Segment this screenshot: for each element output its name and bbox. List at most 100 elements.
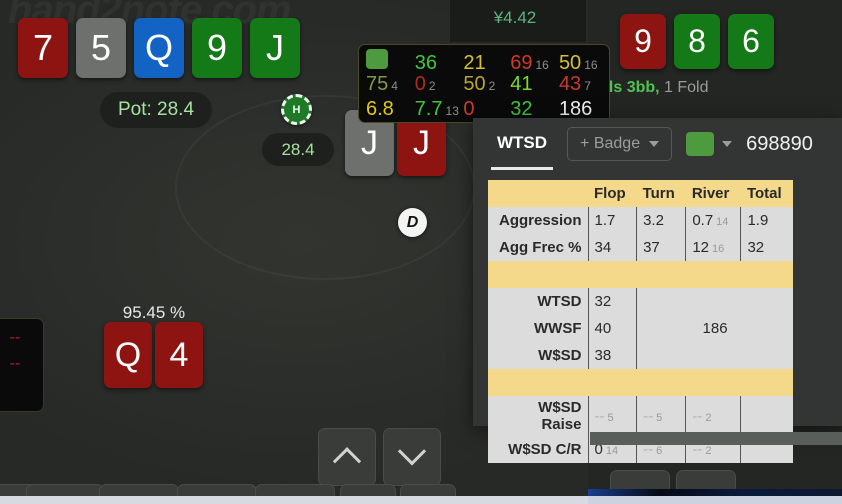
hud-stat-value: 69 xyxy=(510,52,533,74)
opponent-card-3: 6 xyxy=(728,14,774,69)
stats-cell-value: 0.7 xyxy=(692,212,714,229)
stats-cell-value: -- xyxy=(692,407,703,425)
stats-column-header: Flop xyxy=(588,180,637,207)
stats-span-cell: 186 xyxy=(636,288,793,369)
stats-column-header: River xyxy=(685,180,741,207)
stats-cell-value: -- xyxy=(594,407,605,425)
scroll-down-button[interactable] xyxy=(383,428,441,486)
stats-cell-sample: 5 xyxy=(607,411,614,424)
bet-amount-display: 28.4 xyxy=(262,133,334,166)
stats-cell-sample: 16 xyxy=(712,243,725,255)
stats-cell-sample: 2 xyxy=(705,411,712,424)
hud-stat-cell: 7.7 13 xyxy=(415,99,464,119)
stats-cell-value: 38 xyxy=(594,347,612,364)
stats-cell: 37 xyxy=(636,234,686,261)
partial-hud-value: -- xyxy=(9,355,21,372)
hud-stat-cell: 41 xyxy=(510,74,559,94)
tab-wtsd[interactable]: WTSD xyxy=(491,133,554,170)
wtsd-popup-window[interactable]: WTSD + Badge 698890 Flop Turn River Total A… xyxy=(473,118,842,463)
color-picker[interactable] xyxy=(686,132,733,156)
stats-row-label: W$SD C/R xyxy=(508,441,582,458)
hud-stat-cell: 43 7 xyxy=(559,74,602,94)
scroll-up-button[interactable] xyxy=(318,428,376,486)
stats-cell: -- 5 xyxy=(636,396,686,436)
stats-cell-sample: 14 xyxy=(716,216,729,228)
hud-stat-value: 75 xyxy=(366,73,389,95)
color-swatch[interactable] xyxy=(686,132,715,156)
stats-cell: 0.7 14 xyxy=(685,207,741,234)
hud-stat-sample: 16 xyxy=(535,58,549,72)
stats-row: WTSD 32 186 xyxy=(488,288,793,369)
left-partial-hud-panel[interactable]: ---------- xyxy=(0,318,44,412)
chevron-up-icon xyxy=(332,447,362,476)
partial-hud-row: -- xyxy=(0,377,39,403)
stats-column-header: Total xyxy=(740,180,793,207)
chevron-down-icon[interactable] xyxy=(722,141,733,147)
stats-cell-value: 3.2 xyxy=(643,212,664,229)
chevron-down-icon xyxy=(649,141,660,147)
stats-table-header: Flop Turn River Total xyxy=(488,180,793,207)
pot-display: Pot: 28.4 xyxy=(100,92,212,128)
horizontal-scrollbar[interactable] xyxy=(590,432,842,445)
stats-cell-value: 12 xyxy=(692,239,709,256)
stats-cell: 12 16 xyxy=(685,234,741,261)
board-card-2: 5 xyxy=(76,18,126,78)
board-card-5: J xyxy=(250,18,300,78)
stats-row-label: Agg Frec % xyxy=(498,239,582,256)
stack-amount: ¥4.42 xyxy=(493,8,537,27)
hud-stat-cell: 69 16 xyxy=(510,53,559,73)
hero-equity-label: 95.45 % xyxy=(122,303,186,322)
hud-color-badge xyxy=(366,49,415,69)
stats-cell-value: -- xyxy=(643,407,654,425)
hud-stat-cell: 6.8 xyxy=(366,99,415,119)
hero-card-1: Q xyxy=(104,322,152,388)
stats-cell-sample: 14 xyxy=(605,445,619,457)
stats-cell xyxy=(740,396,793,436)
stats-cell: 1.7 xyxy=(587,207,637,234)
hud-stat-value: 41 xyxy=(510,73,533,95)
board-card-4: 9 xyxy=(192,18,242,78)
hud-stat-cell: 50 2 xyxy=(463,74,510,94)
stats-cell-value: 1.7 xyxy=(594,212,616,229)
add-badge-dropdown[interactable]: + Badge xyxy=(567,127,673,161)
hud-stat-cell: 75 4 xyxy=(366,74,415,94)
partial-hud-value: -- xyxy=(9,329,21,346)
stats-cell: -- 2 xyxy=(685,396,741,436)
stats-cell: 3.2 xyxy=(636,207,686,234)
stats-row-label: Aggression xyxy=(498,212,582,229)
board-cards: 75Q9J xyxy=(18,18,300,78)
hud-stat-value: 186 xyxy=(558,98,593,120)
partial-hud-row: ---- xyxy=(0,351,39,377)
compact-hud-panel[interactable]: 36 21 69 16 50 16 75 4 0 2 50 2 41 43 7 6.8 7.7 13 0 32 186 xyxy=(358,44,610,123)
hud-stat-value: 0 xyxy=(414,73,426,95)
hud-stat-cell: 50 16 xyxy=(559,53,602,73)
opponent-cards: 986 xyxy=(620,14,774,69)
stats-cell: 32 xyxy=(587,288,637,315)
stats-row-label: W$SD Raise xyxy=(538,399,582,433)
hud-stat-sample: 13 xyxy=(445,104,459,118)
stats-header-row: Flop Turn River Total xyxy=(488,180,793,207)
hero-card-2: 4 xyxy=(155,322,203,388)
hud-stat-value: 36 xyxy=(414,52,437,74)
stats-cell-value: 32 xyxy=(747,239,765,256)
stats-cell-value: 1.9 xyxy=(747,212,769,229)
stats-cell: 40 xyxy=(587,315,637,342)
stats-cell-sample: 6 xyxy=(656,445,663,457)
hud-badge-swatch xyxy=(366,49,388,69)
hud-stat-cell: 21 xyxy=(463,53,510,73)
stats-table-body: Aggression 1.7 3.2 0.7 14 1.9 Agg Frec % 34 37 12… xyxy=(488,207,793,463)
hud-stat-sample: 2 xyxy=(488,79,496,93)
stats-cell-value: 34 xyxy=(594,239,612,256)
partial-hud-row: ---- xyxy=(0,325,39,351)
stats-cell-value: 32 xyxy=(594,293,612,310)
stats-cell: 34 xyxy=(587,234,637,261)
stats-row: Aggression 1.7 3.2 0.7 14 1.9 xyxy=(488,207,793,234)
stats-cell-sample: 2 xyxy=(705,445,712,457)
hud-stat-sample: 7 xyxy=(584,79,591,93)
hud-stat-value: 43 xyxy=(558,73,582,95)
hud-stat-value: 50 xyxy=(463,73,486,95)
action-folds: 1 Fold xyxy=(664,79,709,96)
dealer-button: D xyxy=(398,208,427,237)
hud-stat-sample: 2 xyxy=(428,79,436,93)
hud-stat-row: 75 4 0 2 50 2 41 43 7 xyxy=(366,74,602,99)
